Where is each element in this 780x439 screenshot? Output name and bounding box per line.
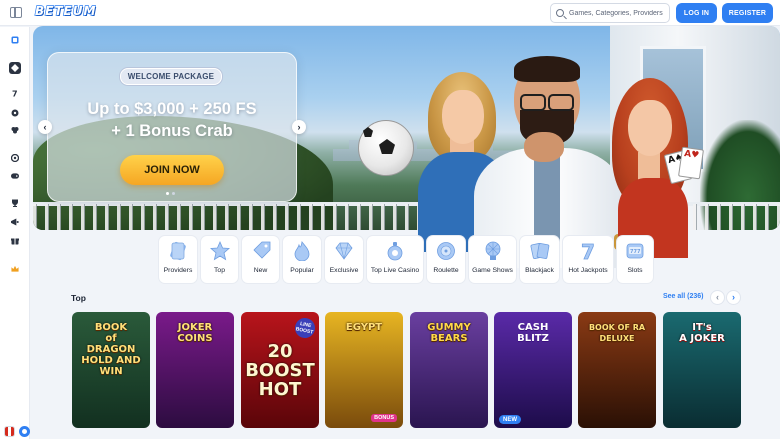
category-label: Game Shows [472, 267, 513, 274]
search-input[interactable] [569, 9, 669, 17]
trophy-icon[interactable] [11, 199, 19, 207]
search-icon [556, 9, 564, 17]
category-top-live-casino[interactable]: Top Live Casino [367, 236, 423, 283]
game-tile-its-a-joker[interactable]: IT's A JOKER [663, 312, 741, 428]
scroll-right-button[interactable]: › [727, 291, 740, 304]
providers-icon [168, 241, 188, 261]
game-tile-gummy-bears[interactable]: GUMMY BEARS [410, 312, 488, 428]
hero-man [474, 56, 632, 268]
game-title: EGYPT [345, 322, 383, 333]
jackpot-icon: 7 [578, 241, 598, 261]
casino-icon[interactable] [11, 36, 19, 44]
game-tile-20-boost-hot[interactable]: 20 BOOST HOT LINE BOOST [241, 312, 319, 428]
gift-icon[interactable] [11, 237, 19, 245]
category-hot-jackpots[interactable]: 7 Hot Jackpots [563, 236, 613, 283]
section-title: Top [71, 293, 86, 303]
join-now-button[interactable]: JOIN NOW [120, 155, 224, 185]
category-label: Exclusive [329, 267, 359, 274]
category-label: Top [214, 267, 225, 274]
carousel-dot[interactable] [172, 192, 175, 195]
game-title: 20 BOOST HOT [245, 341, 315, 400]
support-chat-icon[interactable] [19, 426, 30, 437]
register-button[interactable]: REGISTER [722, 3, 773, 23]
live-casino-icon [385, 241, 405, 261]
category-label: Providers [163, 267, 193, 274]
new-tag-icon [251, 241, 271, 261]
category-popular[interactable]: Popular [283, 236, 321, 283]
category-game-shows[interactable]: Game Shows [469, 236, 516, 283]
promo-title-line2: + 1 Bonus Crab [111, 122, 233, 140]
live-casino-icon[interactable] [9, 62, 21, 74]
game-tile-book-of-ra[interactable]: BOOK OF RA DELUXE [578, 312, 656, 428]
game-title: JOKER COINS [177, 322, 213, 344]
cards-icon [530, 241, 550, 261]
promotions-icon[interactable] [11, 218, 19, 226]
carousel-prev-button[interactable]: ‹ [38, 120, 52, 134]
category-label: Top Live Casino [370, 267, 420, 274]
game-show-icon [483, 241, 503, 261]
diamond-icon [334, 241, 354, 261]
category-label: Slots [627, 267, 643, 274]
language-flag-icon[interactable] [4, 426, 15, 437]
category-label: Popular [290, 267, 314, 274]
star-icon [209, 241, 230, 261]
category-slots[interactable]: 777 Slots [617, 236, 653, 283]
game-title: BOOK of DRAGON HOLD AND WIN [81, 322, 141, 377]
top-bar: BETEUM LOG IN REGISTER [0, 0, 780, 26]
esports-icon[interactable] [11, 172, 19, 180]
blackjack-icon[interactable] [11, 126, 19, 134]
game-title: BOOK OF RA DELUXE [588, 323, 646, 343]
svg-text:777: 777 [630, 249, 641, 255]
category-top[interactable]: Top [201, 236, 238, 283]
game-tile-joker-coins[interactable]: JOKER COINS [156, 312, 234, 428]
category-label: Hot Jackpots [568, 267, 608, 274]
logo[interactable]: BETEUM [34, 3, 96, 18]
game-title: CASH BLITZ [517, 322, 549, 344]
search-box[interactable] [550, 3, 670, 23]
svg-text:7: 7 [581, 241, 595, 261]
see-all-link[interactable]: See all (236) [663, 293, 703, 300]
scroll-left-button[interactable]: ‹ [711, 291, 724, 304]
category-label: Roulette [433, 267, 459, 274]
line-boost-badge: LINE BOOST [293, 316, 317, 340]
sidebar-toggle-icon[interactable] [10, 7, 22, 18]
sidebar: 7 [0, 27, 30, 439]
category-label: Blackjack [525, 267, 554, 274]
game-title: IT's A JOKER [679, 322, 725, 344]
game-tile-book-of-dragon[interactable]: BOOK of DRAGON HOLD AND WIN [72, 312, 150, 428]
promo-tag: WELCOME PACKAGE [120, 68, 222, 85]
carousel-next-button[interactable]: › [292, 120, 306, 134]
vip-crown-icon[interactable] [11, 265, 19, 273]
carousel-dot[interactable] [166, 192, 169, 195]
promo-title: Up to $3,000 + 250 FS + 1 Bonus Crab [47, 98, 297, 142]
category-new[interactable]: New [242, 236, 279, 283]
sports-icon[interactable] [11, 154, 19, 162]
slots-icon: 777 [625, 241, 645, 261]
roulette-icon [436, 241, 456, 261]
soccer-ball-icon [358, 120, 414, 176]
roulette-icon[interactable] [11, 109, 19, 117]
carousel-dots [166, 192, 175, 195]
category-providers[interactable]: Providers [159, 236, 197, 283]
login-button[interactable]: LOG IN [676, 3, 717, 23]
fire-icon [292, 241, 312, 261]
bonus-badge: BONUS [371, 414, 397, 422]
game-tile-cash-blitz[interactable]: CASH BLITZ NEW [494, 312, 572, 428]
category-label: New [253, 267, 268, 274]
game-title: GUMMY BEARS [427, 322, 471, 344]
category-exclusive[interactable]: Exclusive [325, 236, 363, 283]
svg-text:7: 7 [12, 90, 18, 98]
category-roulette[interactable]: Roulette [427, 236, 465, 283]
promo-title-line1: Up to $3,000 + 250 FS [87, 100, 257, 118]
slots-icon[interactable]: 7 [11, 89, 19, 98]
new-badge: NEW [499, 415, 521, 424]
category-blackjack[interactable]: Blackjack [520, 236, 559, 283]
playing-card-icon: A♥ [678, 146, 704, 180]
game-tile-egypt[interactable]: EGYPT BONUS [325, 312, 403, 428]
